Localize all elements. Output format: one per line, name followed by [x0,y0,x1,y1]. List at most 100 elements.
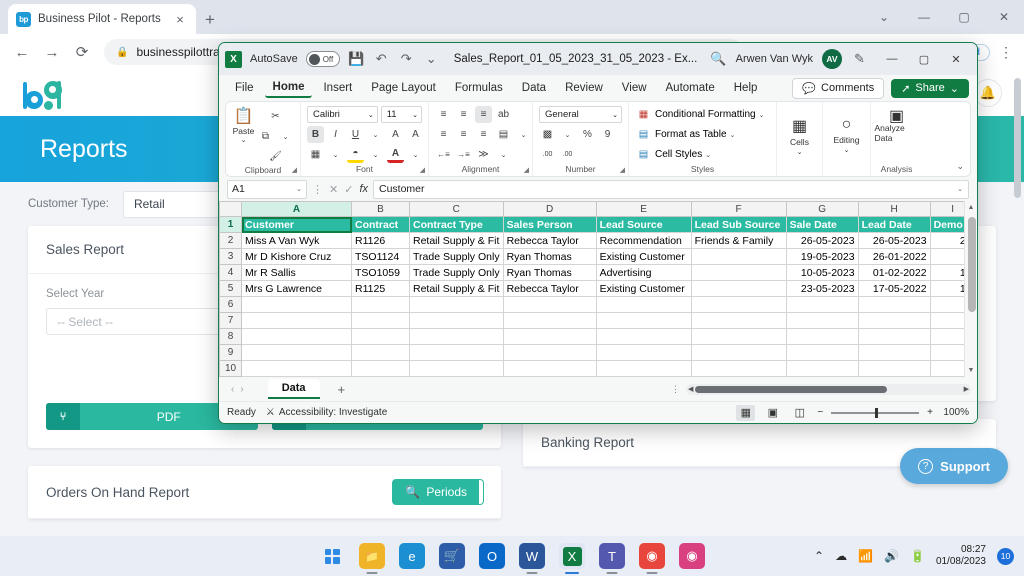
chrome-profile-icon[interactable]: ◉ [679,543,705,569]
scroll-thumb[interactable] [968,217,976,312]
insert-function-icon[interactable]: fx [359,183,368,195]
cell[interactable]: Lead Date [857,216,931,233]
cell[interactable] [351,360,410,377]
row-header-8[interactable]: 8 [219,328,242,345]
close-icon[interactable]: × [172,12,188,27]
cell[interactable] [857,312,931,329]
browser-tab[interactable]: bp Business Pilot - Reports × [8,4,196,34]
column-header-H[interactable]: H [857,201,931,217]
row-header-5[interactable]: 5 [219,280,242,297]
cell[interactable]: TSO1059 [351,264,410,281]
cell[interactable] [595,360,692,377]
cell[interactable]: Existing Customer [595,248,692,265]
cell[interactable]: 26-01-2022 [857,248,931,265]
align-right-button[interactable]: ≡ [475,126,492,143]
view-page-break-icon[interactable]: ◫ [790,405,809,421]
font-dialog-launcher[interactable]: ◢ [420,166,425,174]
font-color-icon[interactable]: A [387,146,404,163]
cell[interactable] [502,360,597,377]
cell[interactable] [595,312,692,329]
undo-icon[interactable]: ↶ [373,51,390,67]
back-icon[interactable]: ← [8,38,36,66]
cell[interactable]: 01-02-2022 [857,264,931,281]
format-painter-icon[interactable]: 🖌 [257,148,294,165]
grow-font-button[interactable]: A [387,126,404,143]
cell[interactable]: Sale Date [785,216,859,233]
cell[interactable] [857,344,931,361]
cell[interactable] [409,328,504,345]
row-header-1[interactable]: 1 [219,216,242,233]
cell[interactable] [502,344,597,361]
zoom-slider[interactable] [831,407,920,418]
chevron-down-icon[interactable]: ⌄ [515,126,532,143]
grid-vertical-scrollbar[interactable]: ▲ ▼ [964,201,977,377]
spreadsheet-grid[interactable]: A B C D E F G H I 1 Customer Contract Contract Type S… [219,201,977,377]
menu-home[interactable]: Home [264,78,313,98]
cell[interactable]: Trade Supply Only [409,264,504,281]
alignment-dialog-launcher[interactable]: ◢ [524,166,529,174]
column-header-A[interactable]: A [241,201,352,217]
cell[interactable] [241,296,352,313]
cell[interactable] [857,360,931,377]
chrome-icon[interactable]: ◉ [639,543,665,574]
cell[interactable]: 23-05-2023 [785,280,859,297]
cell[interactable] [690,296,787,313]
cell[interactable] [241,360,352,377]
browser-menu-icon[interactable]: ⋮ [996,44,1016,61]
start-button[interactable] [319,543,345,569]
cell[interactable]: Lead Source [595,216,692,233]
align-center-button[interactable]: ≡ [455,126,472,143]
row-header-7[interactable]: 7 [219,312,242,329]
cell[interactable] [690,280,787,297]
align-top-button[interactable]: ≡ [435,106,452,123]
tray-expand-icon[interactable]: ⌃ [814,549,824,563]
teams-icon[interactable]: T [599,543,625,574]
share-button[interactable]: ➚ Share ⌄ [891,78,969,98]
scroll-down-icon[interactable]: ▼ [965,364,977,377]
cell[interactable]: Retail Supply & Fit [409,232,504,249]
cell[interactable]: Ryan Thomas [502,264,597,281]
chevron-down-icon[interactable]: ⌄ [327,146,344,163]
align-middle-button[interactable]: ≡ [455,106,472,123]
volume-icon[interactable]: 🔊 [884,549,899,563]
hscroll-thumb[interactable] [695,385,888,393]
name-box-more-icon[interactable]: ⋮ [312,183,323,196]
chevron-down-icon[interactable]: ⌄ [495,146,512,163]
maximize-icon[interactable]: ▢ [944,10,984,24]
menu-review[interactable]: Review [557,79,611,97]
cell[interactable]: Retail Supply & Fit [409,280,504,297]
chevron-down-icon[interactable]: ⌄ [367,146,384,163]
cell[interactable]: R1125 [351,280,410,297]
cell[interactable] [690,264,787,281]
cell[interactable] [351,344,410,361]
sheet-split-handle[interactable]: ⋮ [671,384,680,395]
menu-data[interactable]: Data [514,79,554,97]
number-dialog-launcher[interactable]: ◢ [620,166,625,174]
orientation-icon[interactable]: ab [495,106,512,123]
cell[interactable] [595,296,692,313]
percent-format-button[interactable]: % [579,126,596,143]
cell[interactable]: Trade Supply Only [409,248,504,265]
menu-view[interactable]: View [614,79,655,97]
borders-icon[interactable]: ▦ [307,146,324,163]
cut-icon[interactable]: ✂ [257,108,294,125]
cell[interactable] [595,344,692,361]
forward-icon[interactable]: → [38,38,66,66]
sheet-tab-data[interactable]: Data [267,379,320,399]
cell[interactable] [785,296,859,313]
cell[interactable] [785,328,859,345]
cell[interactable]: Friends & Family [690,232,787,249]
row-header-2[interactable]: 2 [219,232,242,249]
cell[interactable]: Mrs G Lawrence [241,280,352,297]
cell[interactable]: Sales Person [502,216,597,233]
accessibility-status[interactable]: ⚔ Accessibility: Investigate [266,407,387,418]
cell[interactable] [857,328,931,345]
search-icon[interactable]: 🔍 [710,51,727,67]
cell[interactable]: Contract Type [409,216,504,233]
bp-logo-icon[interactable] [22,77,66,110]
chevron-down-icon[interactable]: ⌄ [864,10,904,24]
zoom-out-button[interactable]: − [817,407,823,418]
cell[interactable]: Existing Customer [595,280,692,297]
notification-count-badge[interactable]: 10 [997,547,1014,565]
excel-icon[interactable]: X [559,543,585,574]
